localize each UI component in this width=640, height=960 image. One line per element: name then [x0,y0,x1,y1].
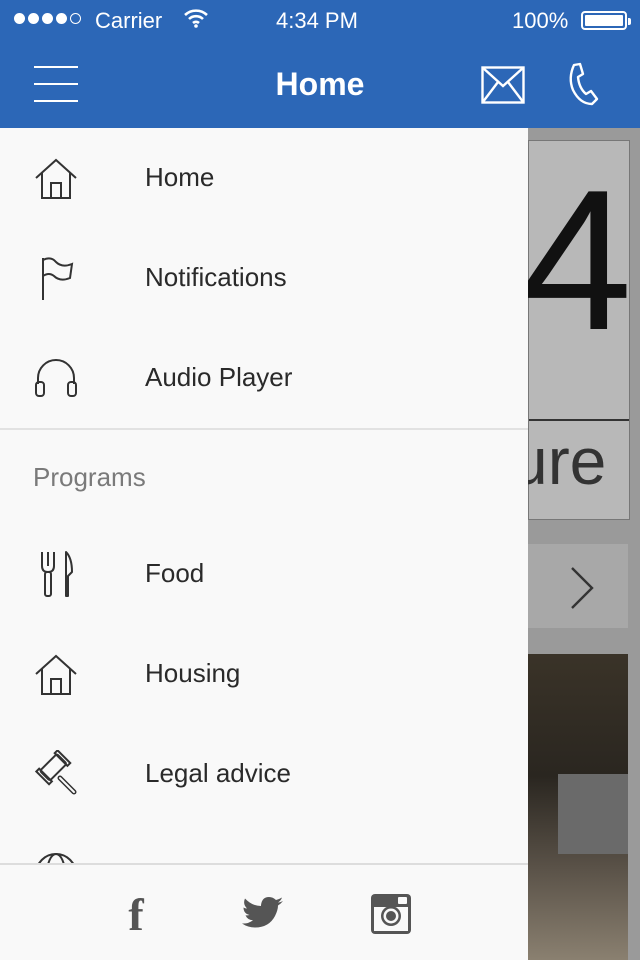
drawer-item-label: Food [145,558,205,588]
drawer-item-legal-advice[interactable]: Legal advice [0,724,528,824]
gavel-icon [32,748,80,798]
drawer-item-home[interactable]: Home [0,128,528,228]
fork-knife-icon [32,550,80,598]
background-content: 4 ure [511,128,640,960]
battery-percent: 100% [512,8,569,33]
flag-icon [32,254,80,302]
more-row[interactable] [528,544,628,628]
wifi-icon [183,8,209,34]
drawer-item-audio-player[interactable]: Audio Player [0,328,528,428]
drawer-item-label: Notifications [145,262,287,292]
drawer-item-notifications[interactable]: Notifications [0,228,528,328]
status-bar: Carrier 4:34 PM 100% [0,0,640,40]
drawer-item-food[interactable]: Food [0,524,528,624]
drawer-item-housing[interactable]: Housing [0,624,528,724]
drawer-item-label: Legal advice [145,758,291,788]
drawer-item-label: Audio Player [145,362,293,392]
drawer-divider [0,428,528,430]
social-footer: f [0,863,528,960]
navigation-bar: Home [0,40,640,128]
drawer-item-label: Home [145,162,215,192]
chevron-right-icon [568,564,596,617]
page-title: Home [275,66,365,102]
instagram-icon[interactable] [370,893,412,935]
phone-icon[interactable] [566,62,600,113]
house-icon [32,650,80,698]
drawer-item-label: Housing [145,658,241,688]
clock: 4:34 PM [276,8,358,33]
home-icon [32,154,80,202]
section-title-programs: Programs [33,462,146,492]
mail-icon[interactable] [481,66,525,109]
divider [529,419,629,421]
side-drawer: Home Notifications Audio Player Programs… [0,128,528,960]
featured-number: 4 [521,149,633,372]
carrier-label: Carrier [95,8,163,33]
twitter-icon[interactable] [242,893,284,935]
featured-card[interactable]: 4 ure [511,140,632,520]
headphones-icon [32,354,80,402]
signal-strength-icon [14,13,81,24]
facebook-icon[interactable]: f [115,889,157,940]
photo [528,654,628,960]
battery-icon [581,11,631,30]
